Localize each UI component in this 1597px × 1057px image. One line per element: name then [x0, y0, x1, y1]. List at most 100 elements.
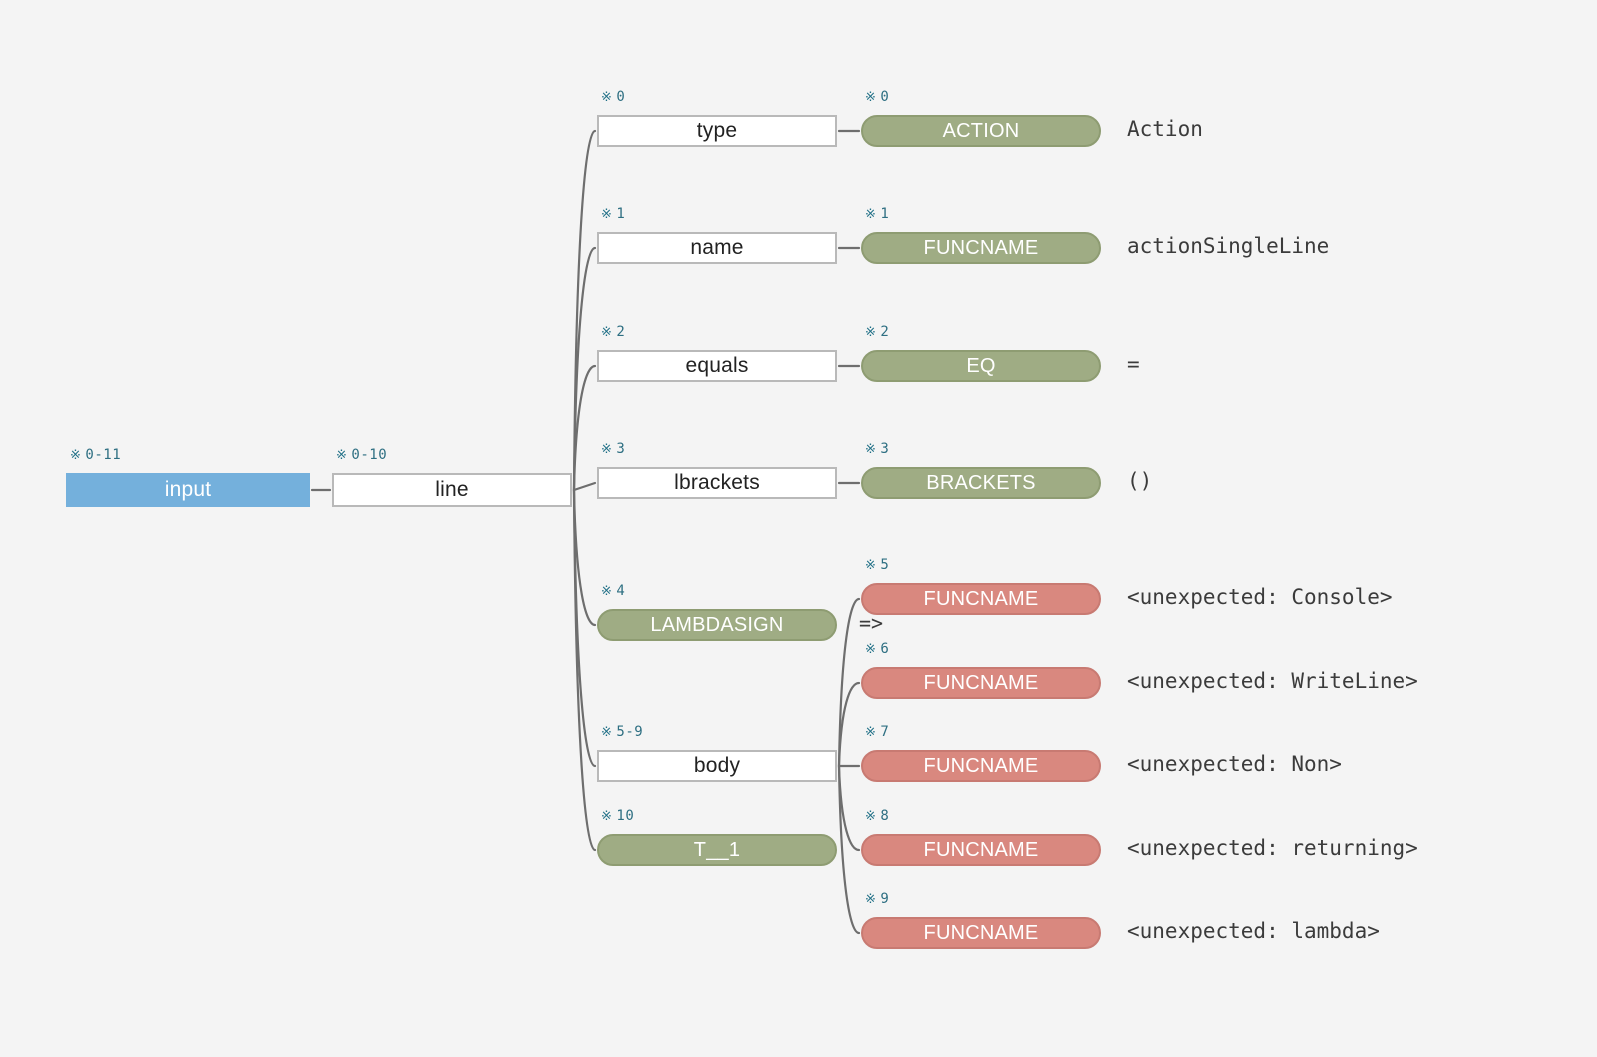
node-tok_err6[interactable]: FUNCNAME	[861, 667, 1101, 699]
asterisk-icon: ※	[865, 892, 877, 907]
node-label: FUNCNAME	[923, 921, 1039, 944]
node-body[interactable]: body	[597, 750, 837, 782]
node-label: lbrackets	[674, 471, 760, 494]
node-index-value: 0	[880, 89, 890, 105]
annotation-an_err7: <unexpected: Non>	[1127, 752, 1342, 776]
node-index-label-tok_err9: ※ 9	[865, 891, 889, 907]
node-label: FUNCNAME	[923, 838, 1039, 861]
edge-layer	[310, 129, 861, 935]
node-index-value: 8	[880, 808, 890, 824]
node-t1[interactable]: T__1	[597, 834, 837, 866]
edge-line-to-lbrackets	[572, 481, 597, 492]
node-tok_err8[interactable]: FUNCNAME	[861, 834, 1101, 866]
node-index-value: 9	[880, 891, 890, 907]
asterisk-icon: ※	[601, 207, 613, 222]
annotation-an_err8: <unexpected: returning>	[1127, 836, 1418, 860]
annotation-an_err6: <unexpected: WriteLine>	[1127, 669, 1418, 693]
annotation-an_eq: =	[1127, 352, 1140, 376]
node-label: name	[690, 236, 744, 259]
node-label: FUNCNAME	[923, 236, 1039, 259]
annotation-an_action: Action	[1127, 117, 1203, 141]
node-index-value: 5-9	[616, 724, 644, 740]
node-index-label-tok_action: ※ 0	[865, 89, 889, 105]
node-index-value: 2	[616, 324, 626, 340]
asterisk-icon: ※	[601, 90, 613, 105]
node-label: FUNCNAME	[923, 754, 1039, 777]
node-label: line	[435, 478, 469, 501]
node-line[interactable]: line	[332, 473, 572, 507]
node-lbrackets[interactable]: lbrackets	[597, 467, 837, 499]
node-label: BRACKETS	[926, 471, 1036, 494]
node-index-value: 0-10	[351, 447, 388, 463]
node-lambdasign[interactable]: LAMBDASIGN	[597, 609, 837, 641]
node-index-value: 0	[616, 89, 626, 105]
node-type[interactable]: type	[597, 115, 837, 147]
node-tok_brackets[interactable]: BRACKETS	[861, 467, 1101, 499]
node-tok_funcname1[interactable]: FUNCNAME	[861, 232, 1101, 264]
node-index-label-body: ※ 5-9	[601, 724, 643, 740]
node-index-label-tok_err7: ※ 7	[865, 724, 889, 740]
edge-line-to-lambdasign	[572, 488, 597, 627]
edge-body-to-tok_err8	[837, 764, 861, 852]
node-index-label-lambdasign: ※ 4	[601, 583, 625, 599]
parse-tree-canvas: input line type name equals lbrackets LAMBDASI…	[0, 0, 1597, 1057]
edge-body-to-tok_err6	[837, 681, 861, 768]
node-name[interactable]: name	[597, 232, 837, 264]
node-label: FUNCNAME	[923, 671, 1039, 694]
asterisk-icon: ※	[601, 725, 613, 740]
node-label: type	[696, 119, 738, 142]
annotation-an_lambda: =>	[859, 611, 884, 635]
asterisk-icon: ※	[865, 558, 877, 573]
node-index-label-tok_eq: ※ 2	[865, 324, 889, 340]
node-tok_err7[interactable]: FUNCNAME	[861, 750, 1101, 782]
node-index-value: 5	[880, 557, 890, 573]
node-index-value: 10	[616, 808, 635, 824]
annotation-an_err5: <unexpected: Console>	[1127, 585, 1393, 609]
node-index-label-t1: ※ 10	[601, 808, 634, 824]
edge-line-to-t1	[572, 488, 597, 852]
asterisk-icon: ※	[601, 442, 613, 457]
node-index-value: 6	[880, 641, 890, 657]
node-index-label-line: ※ 0-10	[336, 447, 387, 463]
node-index-value: 3	[880, 441, 890, 457]
node-label: T__1	[693, 838, 741, 861]
node-equals[interactable]: equals	[597, 350, 837, 382]
node-label: input	[164, 478, 212, 501]
node-index-label-input: ※ 0-11	[70, 447, 121, 463]
asterisk-icon: ※	[865, 725, 877, 740]
node-label: body	[693, 754, 741, 777]
asterisk-icon: ※	[601, 325, 613, 340]
asterisk-icon: ※	[336, 448, 348, 463]
node-index-label-tok_brackets: ※ 3	[865, 441, 889, 457]
node-index-label-lbrackets: ※ 3	[601, 441, 625, 457]
edge-line-to-body	[572, 488, 597, 768]
node-index-value: 4	[616, 583, 626, 599]
node-index-value: 3	[616, 441, 626, 457]
asterisk-icon: ※	[865, 642, 877, 657]
node-label: FUNCNAME	[923, 587, 1039, 610]
node-index-label-tok_err6: ※ 6	[865, 641, 889, 657]
edge-body-to-tok_err9	[837, 764, 861, 935]
asterisk-icon: ※	[601, 809, 613, 824]
asterisk-icon: ※	[865, 809, 877, 824]
node-index-label-tok_err8: ※ 8	[865, 808, 889, 824]
node-index-label-tok_funcname1: ※ 1	[865, 206, 889, 222]
asterisk-icon: ※	[865, 442, 877, 457]
node-index-value: 7	[880, 724, 890, 740]
node-input[interactable]: input	[66, 473, 310, 507]
annotation-an_err9: <unexpected: lambda>	[1127, 919, 1380, 943]
annotation-an_funcname: actionSingleLine	[1127, 234, 1330, 258]
node-index-value: 1	[880, 206, 890, 222]
asterisk-icon: ※	[865, 325, 877, 340]
node-tok_action[interactable]: ACTION	[861, 115, 1101, 147]
asterisk-icon: ※	[601, 584, 613, 599]
node-label: EQ	[966, 354, 996, 377]
node-index-label-name: ※ 1	[601, 206, 625, 222]
edge-line-to-name	[572, 246, 597, 492]
node-tok_err5[interactable]: FUNCNAME	[861, 583, 1101, 615]
node-tok_eq[interactable]: EQ	[861, 350, 1101, 382]
node-label: LAMBDASIGN	[650, 613, 784, 636]
asterisk-icon: ※	[865, 90, 877, 105]
node-tok_err9[interactable]: FUNCNAME	[861, 917, 1101, 949]
node-index-value: 2	[880, 324, 890, 340]
